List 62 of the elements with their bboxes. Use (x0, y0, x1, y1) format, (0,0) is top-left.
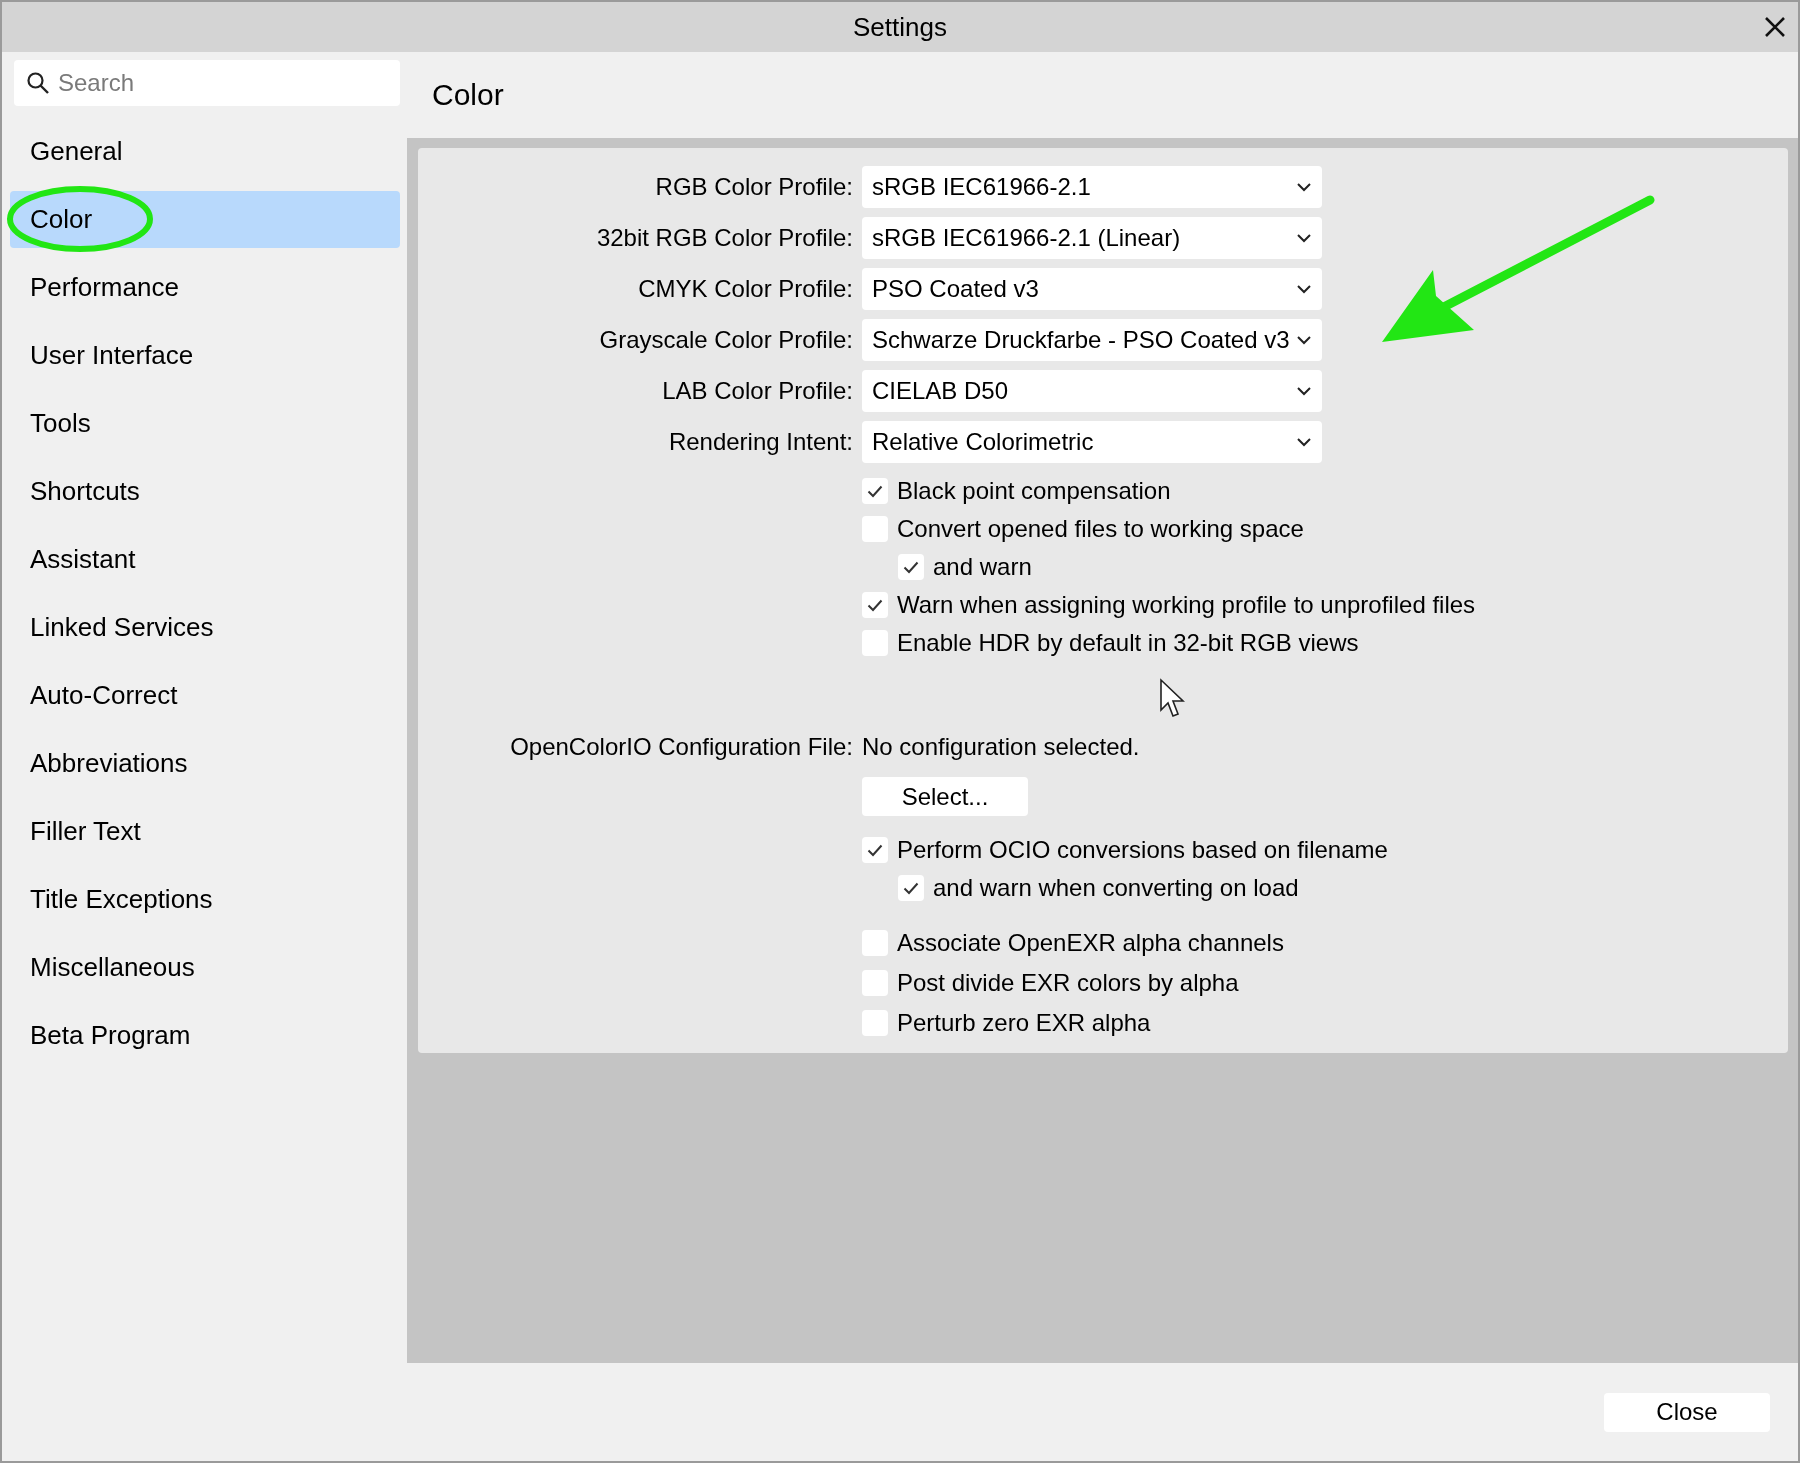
profile-dropdown[interactable]: Relative Colorimetric (862, 421, 1322, 463)
cursor-icon (1159, 678, 1187, 720)
chevron-down-icon (1296, 335, 1312, 345)
sidebar-item[interactable]: Auto-Correct (10, 667, 400, 724)
sidebar-item[interactable]: Linked Services (10, 599, 400, 656)
profile-dropdown[interactable]: sRGB IEC61966-2.1 (862, 166, 1322, 208)
field-label: OpenColorIO Configuration File: (509, 733, 853, 761)
select-button[interactable]: Select... (862, 777, 1028, 816)
checkbox-label: Black point compensation (897, 477, 1171, 505)
sidebar-item[interactable]: Performance (10, 259, 400, 316)
sidebar-item[interactable]: Color (10, 191, 400, 248)
checkbox-label: and warn (933, 553, 1032, 581)
checkbox-label: Post divide EXR colors by alpha (897, 969, 1239, 997)
sidebar-item[interactable]: Title Exceptions (10, 871, 400, 928)
checkmark-icon (903, 881, 919, 895)
chevron-down-icon (1296, 284, 1312, 294)
field-label: CMYK Color Profile: (637, 275, 853, 303)
checkbox-label: Convert opened files to working space (897, 515, 1304, 543)
sidebar-item[interactable]: Beta Program (10, 1007, 400, 1064)
checkmark-icon (903, 560, 919, 574)
sidebar-item[interactable]: Shortcuts (10, 463, 400, 520)
chevron-down-icon (1296, 182, 1312, 192)
checkbox-label: Warn when assigning working profile to unprofiled files (897, 591, 1476, 619)
chevron-down-icon (1296, 437, 1312, 447)
sidebar-item[interactable]: Abbreviations (10, 735, 400, 792)
search-icon (26, 71, 50, 95)
field-label: RGB Color Profile: (654, 173, 853, 201)
checkbox[interactable] (862, 478, 888, 504)
checkbox-label: Associate OpenEXR alpha channels (897, 929, 1284, 957)
close-icon[interactable] (1764, 16, 1786, 38)
checkmark-icon (867, 598, 883, 612)
profile-dropdown[interactable]: PSO Coated v3 (862, 268, 1322, 310)
config-status-text: No configuration selected. (862, 733, 1140, 761)
checkmark-icon (867, 843, 883, 857)
checkbox[interactable] (862, 592, 888, 618)
profile-dropdown[interactable]: CIELAB D50 (862, 370, 1322, 412)
checkbox[interactable] (862, 837, 888, 863)
field-label: Rendering Intent: (667, 428, 853, 456)
checkbox-label: Perform OCIO conversions based on filename (897, 836, 1388, 864)
sidebar-item[interactable]: User Interface (10, 327, 400, 384)
profile-dropdown[interactable]: sRGB IEC61966-2.1 (Linear) (862, 217, 1322, 259)
chevron-down-icon (1296, 233, 1312, 243)
sidebar-item[interactable]: Assistant (10, 531, 400, 588)
sidebar-item[interactable]: Tools (10, 395, 400, 452)
page-heading: Color (432, 78, 504, 112)
window-title: Settings (853, 11, 947, 43)
checkbox[interactable] (898, 554, 924, 580)
checkbox-label: Enable HDR by default in 32-bit RGB views (897, 629, 1359, 657)
checkbox[interactable] (898, 875, 924, 901)
checkbox-label: Perturb zero EXR alpha (897, 1009, 1151, 1037)
profile-dropdown[interactable]: Schwarze Druckfarbe - PSO Coated v3 (862, 319, 1322, 361)
close-button[interactable]: Close (1604, 1392, 1770, 1432)
checkbox-label: and warn when converting on load (933, 874, 1299, 902)
sidebar-item[interactable]: Filler Text (10, 803, 400, 860)
field-label: Grayscale Color Profile: (598, 326, 853, 354)
chevron-down-icon (1296, 386, 1312, 396)
field-label: LAB Color Profile: (661, 377, 853, 405)
checkmark-icon (867, 484, 883, 498)
search-field[interactable]: Search (14, 60, 400, 106)
sidebar-item[interactable]: General (10, 123, 400, 180)
field-label: 32bit RGB Color Profile: (595, 224, 853, 252)
sidebar-item[interactable]: Miscellaneous (10, 939, 400, 996)
